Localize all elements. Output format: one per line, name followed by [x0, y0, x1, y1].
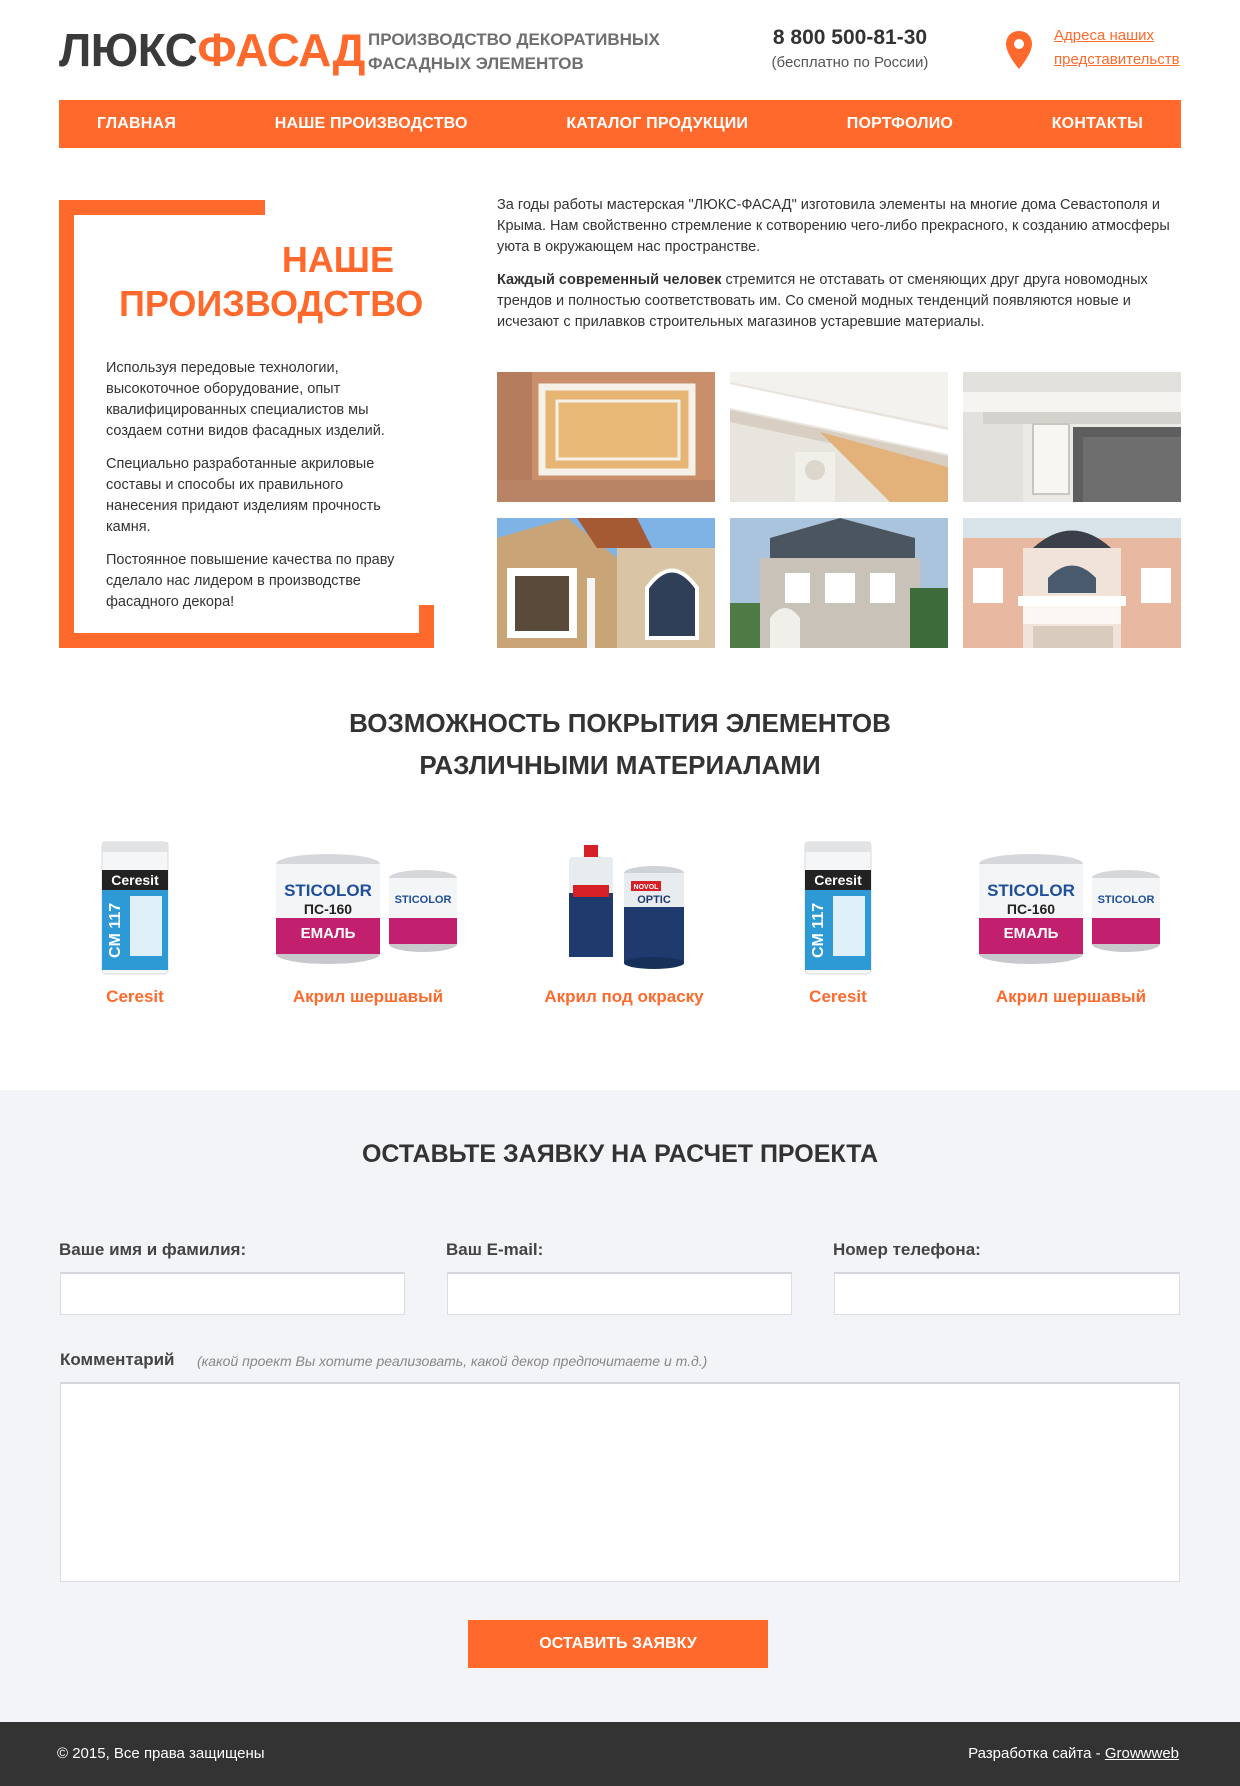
phone-note: (бесплатно по России) — [771, 54, 929, 71]
photo-gallery — [497, 372, 1181, 648]
optic-maker-text: NOVOL — [634, 884, 660, 891]
site-header: ЛЮКСФАСАД ПРОИЗВОДСТВО ДЕКОРАТИВНЫХ ФАСА… — [0, 0, 1240, 100]
intro-paragraph: За годы работы мастерская "ЛЮКС-ФАСАД" и… — [497, 197, 1170, 255]
materials-title: ВОЗМОЖНОСТЬ ПОКРЫТИЯ ЭЛЕМЕНТОВ РАЗЛИЧНЫМ… — [0, 702, 1240, 786]
material-label: Акрил шершавый — [292, 987, 444, 1006]
production-paragraph: Постоянное повышение качества по праву с… — [106, 552, 395, 610]
site-logo[interactable]: ЛЮКСФАСАД — [59, 22, 365, 78]
frame-decoration — [419, 605, 434, 648]
submit-request-button[interactable]: ОСТАВИТЬ ЗАЯВКУ — [468, 1620, 768, 1668]
bag-code-text: CM 117 — [810, 902, 827, 957]
production-title: НАШЕ ПРОИЗВОДСТВО — [119, 239, 424, 324]
can-code-text: ПС-160 — [304, 901, 352, 917]
intro-text: За годы работы мастерская "ЛЮКС-ФАСАД" и… — [497, 195, 1181, 345]
material-item[interactable]: Ceresit CM 117 Ceresit — [35, 835, 235, 1025]
developer-credit: Разработка сайта - Growwweb — [968, 1743, 1179, 1765]
can-code-text: ПС-160 — [1007, 901, 1055, 917]
materials-title-line: ВОЗМОЖНОСТЬ ПОКРЫТИЯ ЭЛЕМЕНТОВ — [349, 708, 891, 738]
comment-field[interactable] — [60, 1382, 1180, 1582]
phone-field[interactable] — [834, 1272, 1180, 1315]
addresses-link[interactable]: Адреса наших представительств — [1054, 24, 1194, 72]
bag-brand-text: Ceresit — [111, 872, 159, 888]
material-item[interactable]: STICOLOR ПС-160 ЕМАЛЬ STICOLOR Акрил шер… — [971, 835, 1171, 1025]
main-nav: ГЛАВНАЯ НАШЕ ПРОИЗВОДСТВО КАТАЛОГ ПРОДУК… — [59, 100, 1181, 148]
nav-item-portfolio[interactable]: ПОРТФОЛИО — [847, 115, 953, 133]
email-field-label: Ваш E-mail: — [446, 1240, 544, 1259]
material-item[interactable]: Ceresit CM 117 Ceresit — [738, 835, 938, 1025]
comment-field-label: Комментарий — [60, 1350, 175, 1369]
intro-bold: Каждый современный человек — [497, 272, 722, 288]
bag-brand-text: Ceresit — [814, 872, 862, 888]
gallery-photo[interactable] — [497, 372, 715, 502]
name-field[interactable] — [60, 1272, 405, 1315]
ceresit-bag-image: Ceresit CM 117 — [738, 835, 938, 980]
email-field[interactable] — [447, 1272, 792, 1315]
material-label: Ceresit — [809, 987, 867, 1006]
developer-prefix: Разработка сайта - — [968, 1745, 1105, 1762]
sticolor-cans-image: STICOLOR ПС-160 ЕМАЛЬ STICOLOR — [971, 835, 1171, 980]
can-label-text: ЕМАЛЬ — [1004, 925, 1059, 942]
phone-block: 8 800 500-81-30 (бесплатно по России) — [760, 24, 940, 74]
material-label: Акрил под окраску — [544, 987, 704, 1006]
material-item[interactable]: STICOLOR ПС-160 ЕМАЛЬ STICOLOR Акрил шер… — [268, 835, 468, 1025]
production-paragraph: Используя передовые технологии, высокото… — [106, 360, 385, 439]
ceresit-bag-image: Ceresit CM 117 — [35, 835, 235, 980]
gallery-photo[interactable] — [963, 372, 1181, 502]
nav-item-home[interactable]: ГЛАВНАЯ — [97, 115, 176, 133]
gallery-photo[interactable] — [730, 518, 948, 648]
optic-cans-image: NOVOL OPTIC — [524, 835, 724, 980]
frame-decoration — [59, 200, 74, 648]
site-tagline: ПРОИЗВОДСТВО ДЕКОРАТИВНЫХ ФАСАДНЫХ ЭЛЕМЕ… — [368, 30, 660, 73]
logo-text-accent: ФАСАД — [197, 24, 365, 76]
gallery-photo[interactable] — [497, 518, 715, 648]
intro-paragraph: Каждый современный человек стремится не … — [497, 270, 1181, 333]
material-item[interactable]: NOVOL OPTIC Акрил под окраску — [524, 835, 724, 1025]
frame-decoration — [59, 200, 265, 215]
frame-decoration — [59, 633, 434, 648]
nav-item-contacts[interactable]: КОНТАКТЫ — [1052, 115, 1143, 133]
gallery-photo[interactable] — [730, 372, 948, 502]
nav-item-production[interactable]: НАШЕ ПРОИЗВОДСТВО — [275, 115, 468, 133]
comment-hint: (какой проект Вы хотите реализовать, как… — [197, 1353, 708, 1369]
name-field-label: Ваше имя и фамилия: — [59, 1240, 247, 1259]
nav-item-catalog[interactable]: КАТАЛОГ ПРОДУКЦИИ — [566, 115, 748, 133]
can-brand-text: STICOLOR — [987, 881, 1075, 900]
form-title: ОСТАВЬТЕ ЗАЯВКУ НА РАСЧЕТ ПРОЕКТА — [361, 1140, 879, 1168]
developer-link[interactable]: Growwweb — [1105, 1745, 1179, 1762]
phone-field-label: Номер телефона: — [833, 1240, 981, 1259]
site-footer: © 2015, Все права защищены Разработка са… — [0, 1722, 1240, 1786]
can-brand-text: STICOLOR — [1098, 894, 1155, 906]
production-box: НАШЕ ПРОИЗВОДСТВО Используя передовые те… — [59, 200, 434, 648]
bag-code-text: CM 117 — [107, 902, 124, 957]
can-brand-text: STICOLOR — [284, 881, 372, 900]
production-text: Используя передовые технологии, высокото… — [106, 358, 406, 625]
optic-brand-text: OPTIC — [637, 894, 671, 906]
can-brand-text: STICOLOR — [395, 894, 452, 906]
map-pin-icon[interactable] — [1004, 30, 1034, 70]
request-form-section: ОСТАВЬТЕ ЗАЯВКУ НА РАСЧЕТ ПРОЕКТА Ваше и… — [0, 1090, 1240, 1722]
material-label: Ceresit — [106, 987, 164, 1006]
material-label: Акрил шершавый — [995, 987, 1147, 1006]
materials-title-line: РАЗЛИЧНЫМИ МАТЕРИАЛАМИ — [419, 750, 821, 780]
logo-text-dark: ЛЮКС — [59, 24, 198, 76]
production-paragraph: Специально разработанные акриловые соста… — [106, 456, 381, 535]
copyright-text: © 2015, Все права защищены — [57, 1745, 265, 1762]
materials-list: Ceresit CM 117 Ceresit STICOLOR ПС-160 Е… — [59, 835, 1181, 1025]
gallery-photo[interactable] — [963, 518, 1181, 648]
sticolor-cans-image: STICOLOR ПС-160 ЕМАЛЬ STICOLOR — [268, 835, 468, 980]
can-label-text: ЕМАЛЬ — [301, 925, 356, 942]
phone-number[interactable]: 8 800 500-81-30 — [760, 24, 940, 52]
